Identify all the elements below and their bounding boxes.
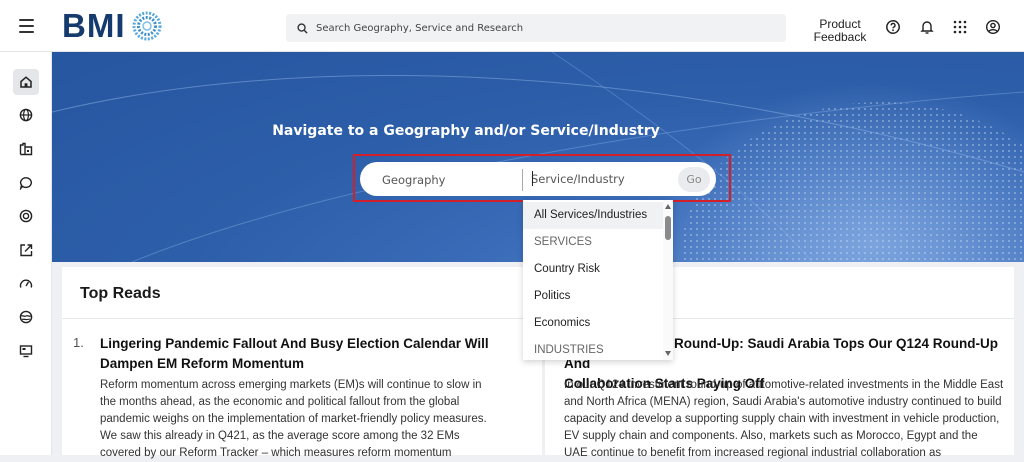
export-icon (20, 244, 33, 257)
article-summary: In our Q124 investment round-up of autom… (564, 379, 1004, 459)
product-feedback-link[interactable]: Product Feedback (808, 18, 872, 44)
globe-icon (19, 108, 33, 122)
service-industry-input[interactable] (531, 168, 671, 190)
search-icon (297, 22, 308, 34)
geography-selector[interactable]: Geography (382, 173, 446, 187)
monitor-icon (19, 345, 33, 358)
search-placeholder: Search Geography, Service and Research (316, 22, 524, 34)
nav-globe[interactable] (13, 102, 39, 128)
nav-earth[interactable] (13, 304, 39, 330)
nav-chat[interactable] (13, 170, 39, 196)
logo-mark-icon (132, 11, 161, 41)
pill-divider (522, 169, 523, 191)
help-icon[interactable] (885, 19, 901, 35)
nav-target[interactable] (13, 203, 39, 229)
nav-industry[interactable] (13, 136, 39, 162)
bmi-logo[interactable]: BMI (62, 9, 162, 43)
dropdown-option[interactable]: Politics (523, 283, 663, 310)
scroll-up-arrow-icon[interactable] (665, 204, 671, 209)
scrollbar-thumb[interactable] (665, 216, 671, 240)
menu-icon[interactable] (19, 19, 34, 33)
home-icon (20, 76, 32, 88)
dropdown-option[interactable]: Economics (523, 310, 663, 337)
earth-icon (19, 310, 33, 324)
gauge-icon (19, 279, 33, 288)
nav-monitor[interactable] (13, 338, 39, 364)
apps-grid-icon[interactable] (952, 19, 968, 35)
article-title[interactable]: Lingering Pandemic Fallout And Busy Elec… (100, 334, 500, 374)
search-bar[interactable]: Search Geography, Service and Research (286, 14, 786, 42)
bell-icon[interactable] (919, 19, 935, 35)
article-number: 1. (73, 335, 84, 350)
top-bar: BMI Search Geography, Service and Resear… (0, 0, 1024, 52)
section-title: Top Reads (80, 285, 161, 302)
go-button[interactable]: Go (678, 167, 710, 192)
scroll-down-arrow-icon[interactable] (665, 351, 671, 356)
target-icon (19, 209, 33, 223)
nav-gauge[interactable] (13, 271, 39, 297)
hero-title: Navigate to a Geography and/or Service/I… (272, 123, 660, 139)
dropdown-option[interactable]: All Services/Industries (523, 202, 663, 229)
account-icon[interactable] (985, 19, 1001, 35)
nav-home[interactable] (13, 69, 39, 95)
dropdown-group-header: INDUSTRIES (534, 344, 604, 356)
left-nav-rail (0, 52, 52, 455)
dropdown-option[interactable]: Country Risk (523, 256, 663, 283)
nav-export[interactable] (13, 237, 39, 263)
logo-text: BMI (62, 7, 126, 44)
dropdown-group-header: SERVICES (534, 236, 592, 248)
industry-icon (19, 142, 33, 156)
chat-icon (19, 177, 32, 190)
article-summary: Reform momentum across emerging markets … (100, 379, 487, 459)
service-industry-dropdown[interactable]: All Services/Industries SERVICES Country… (523, 200, 673, 360)
text-cursor (532, 171, 533, 186)
feedback-line-2: Feedback (813, 30, 867, 44)
